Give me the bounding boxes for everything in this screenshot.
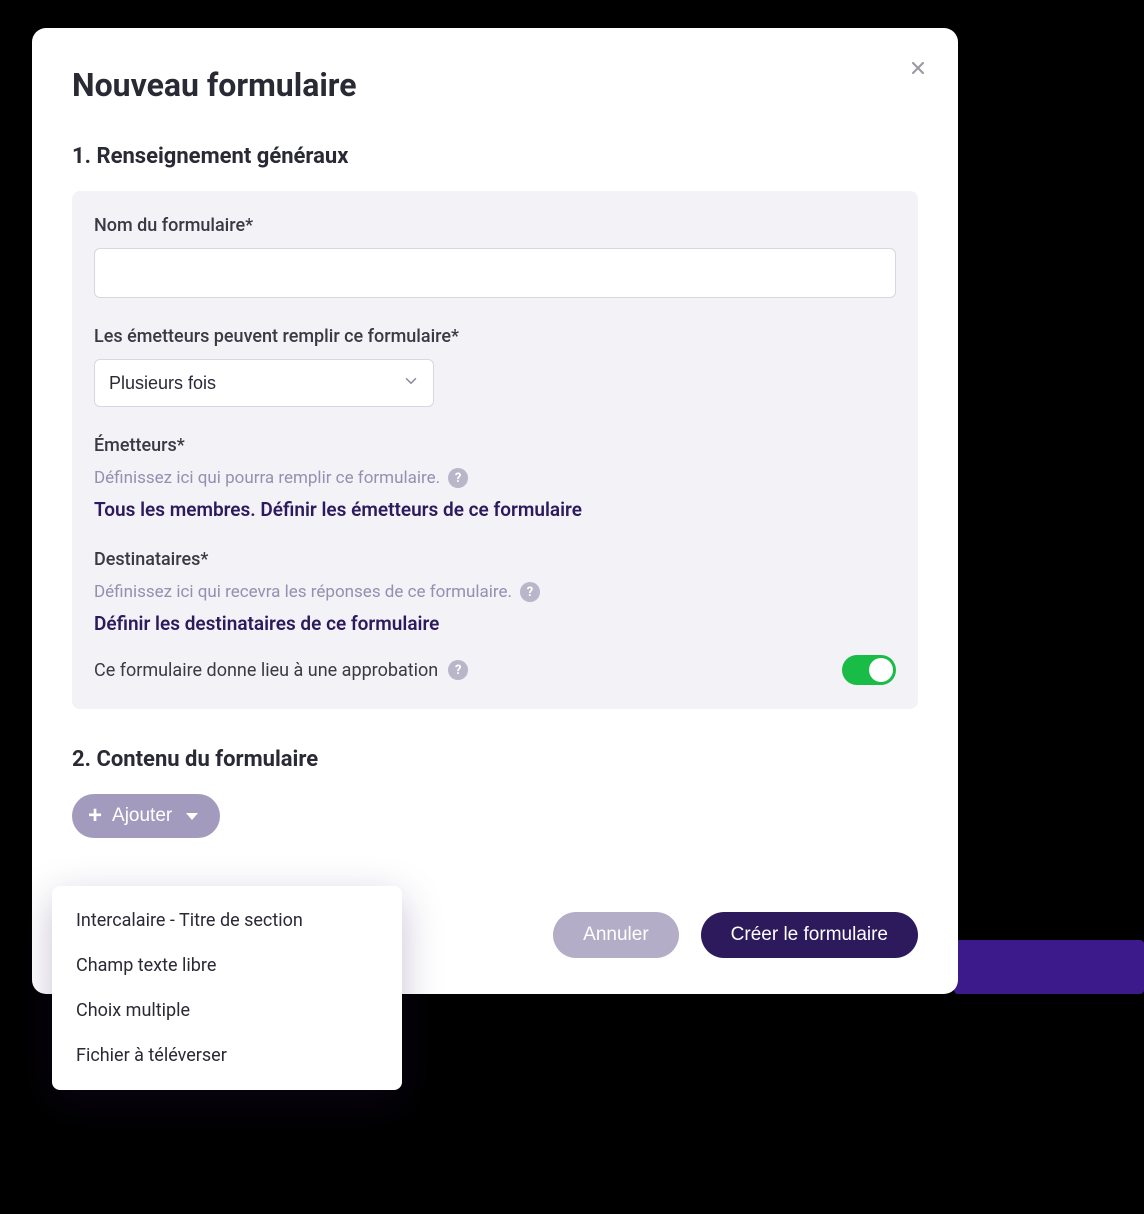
create-button[interactable]: Créer le formulaire <box>701 912 918 958</box>
caret-down-icon <box>186 813 198 820</box>
approval-label: Ce formulaire donne lieu à une approbati… <box>94 660 438 681</box>
menu-item-multiple-choice[interactable]: Choix multiple <box>52 988 402 1033</box>
emitters-label: Émetteurs* <box>94 435 896 456</box>
section-2-title: 2. Contenu du formulaire <box>72 747 918 772</box>
emitters-help: Définissez ici qui pourra remplir ce for… <box>94 468 896 488</box>
close-icon <box>908 58 928 78</box>
section-1-title: 1. Renseignement généraux <box>72 144 918 169</box>
modal-title: Nouveau formulaire <box>72 66 918 104</box>
recipients-help-text: Définissez ici qui recevra les réponses … <box>94 582 512 602</box>
cancel-button[interactable]: Annuler <box>553 912 679 958</box>
emitters-fill-select[interactable] <box>94 359 434 407</box>
new-form-modal: Nouveau formulaire 1. Renseignement géné… <box>32 28 958 994</box>
add-button[interactable]: + Ajouter <box>72 794 220 838</box>
help-icon[interactable]: ? <box>448 468 468 488</box>
menu-item-free-text[interactable]: Champ texte libre <box>52 943 402 988</box>
recipients-label: Destinataires* <box>94 549 896 570</box>
help-icon[interactable]: ? <box>448 660 468 680</box>
close-button[interactable] <box>906 56 930 80</box>
menu-item-file-upload[interactable]: Fichier à téléverser <box>52 1033 402 1078</box>
add-button-label: Ajouter <box>112 805 172 827</box>
form-name-input[interactable] <box>94 248 896 298</box>
plus-icon: + <box>88 804 102 828</box>
recipients-link[interactable]: Définir les destinataires de ce formulai… <box>94 612 896 635</box>
approval-toggle[interactable] <box>842 655 896 685</box>
add-dropdown-menu: Intercalaire - Titre de section Champ te… <box>52 886 402 1090</box>
emitters-link[interactable]: Tous les membres. Définir les émetteurs … <box>94 498 896 521</box>
menu-item-section-title[interactable]: Intercalaire - Titre de section <box>52 898 402 943</box>
general-info-panel: Nom du formulaire* Les émetteurs peuvent… <box>72 191 918 709</box>
approval-row: Ce formulaire donne lieu à une approbati… <box>94 655 896 685</box>
background-stripe <box>954 940 1144 994</box>
toggle-knob <box>869 658 893 682</box>
recipients-help: Définissez ici qui recevra les réponses … <box>94 582 896 602</box>
emitters-help-text: Définissez ici qui pourra remplir ce for… <box>94 468 440 488</box>
form-name-label: Nom du formulaire* <box>94 215 896 236</box>
help-icon[interactable]: ? <box>520 582 540 602</box>
approval-label-wrap: Ce formulaire donne lieu à une approbati… <box>94 660 468 681</box>
emitters-fill-label: Les émetteurs peuvent remplir ce formula… <box>94 326 896 347</box>
